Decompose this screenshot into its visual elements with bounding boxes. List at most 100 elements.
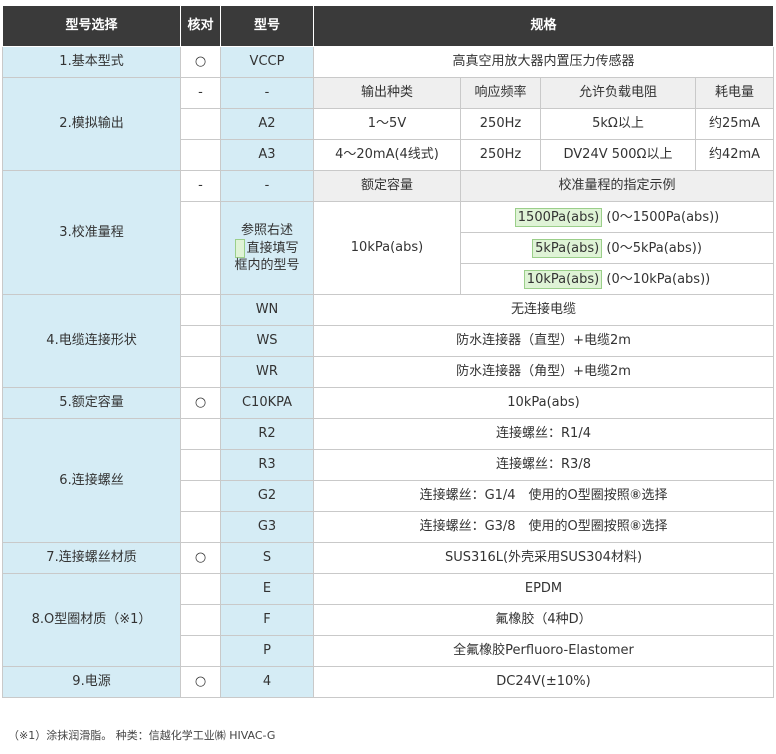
table-row: 8.O型圈材质（※1） E EPDM: [2, 573, 775, 667]
range-example: 1500Pa(abs) (0～1500Pa(abs)): [459, 201, 775, 233]
model-code: 4: [220, 666, 314, 698]
check-cell: [180, 449, 221, 481]
model-code: P: [220, 635, 314, 667]
spec-cell: 全氟橡胶Perfluoro-Elastomer: [312, 635, 775, 667]
range-example: 10kPa(abs) (0～10kPa(abs)): [459, 263, 775, 295]
model-code: E: [220, 573, 314, 605]
spec-cell: 250Hz: [460, 139, 541, 171]
table-row: 5.额定容量 ○ C10KPA 10kPa(abs): [2, 387, 775, 419]
check-cell: [180, 573, 221, 605]
model-code: G2: [220, 480, 314, 512]
check-cell: [180, 108, 221, 140]
reference-note: 参照右述 直接填写 框内的型号: [220, 201, 314, 295]
spec-cell: 约25mA: [694, 108, 775, 140]
model-code: S: [220, 542, 314, 574]
model-code: R3: [220, 449, 314, 481]
table-row: 9.电源 ○ 4 DC24V(±10%): [2, 666, 775, 698]
sub-header: 耗电量: [694, 77, 775, 109]
check-cell: [180, 604, 221, 636]
spec-cell: 连接螺丝：R3/8: [312, 449, 775, 481]
table-row: 2.模拟输出 - - 输出种类 响应频率 允许负载电阻 耗电量: [2, 77, 775, 171]
range-code-box: 1500Pa(abs): [514, 207, 603, 227]
spec-cell: EPDM: [312, 573, 775, 605]
spec-cell: 10kPa(abs): [312, 387, 775, 419]
spec-cell: 连接螺丝：R1/4: [312, 418, 775, 450]
check-cell: [180, 139, 221, 171]
range-desc: (0～10kPa(abs)): [606, 271, 711, 287]
check-cell: [180, 635, 221, 667]
header-check: 核对: [180, 5, 221, 47]
spec-cell: DV24V 500Ω以上: [540, 139, 696, 171]
check-dash: -: [180, 77, 221, 109]
spec-cell: 约42mA: [694, 139, 775, 171]
sub-header: 校准量程的指定示例: [459, 170, 775, 202]
sub-header: 输出种类: [313, 77, 461, 109]
check-cell: [180, 356, 221, 388]
capacity-value: 10kPa(abs): [313, 201, 461, 295]
spec-cell: 250Hz: [460, 108, 541, 140]
check-mark: ○: [180, 666, 221, 698]
check-cell: [180, 201, 221, 295]
range-example: 5kPa(abs) (0～5kPa(abs)): [459, 232, 775, 264]
model-code: WS: [220, 325, 314, 357]
spec-cell: 防水连接器（直型）+电缆2m: [312, 325, 775, 357]
spec-cell: 5kΩ以上: [540, 108, 696, 140]
model-code: A2: [220, 108, 314, 140]
model-selection-table: 型号选择 核对 型号 规格 1.基本型式 ○ VCCP 高真空用放大器内置压力传…: [2, 5, 775, 698]
model-code: WN: [220, 294, 314, 326]
spec-cell: 高真空用放大器内置压力传感器: [312, 46, 775, 78]
table-row: 6.连接螺丝 R2 连接螺丝：R1/4: [2, 418, 775, 543]
model-code-dash: -: [220, 170, 314, 202]
row-label: 1.基本型式: [2, 46, 181, 78]
header-model-selection: 型号选择: [2, 5, 181, 47]
model-code: WR: [220, 356, 314, 388]
range-desc: (0～1500Pa(abs)): [606, 209, 720, 225]
row-label: 4.电缆连接形状: [2, 294, 181, 388]
reference-line: 框内的型号: [234, 257, 300, 273]
header-spec: 规格: [312, 5, 775, 47]
spec-cell: SUS316L(外壳采用SUS304材料): [312, 542, 775, 574]
check-cell: [180, 294, 221, 326]
row-label: 2.模拟输出: [2, 77, 181, 171]
sub-header: 允许负载电阻: [540, 77, 696, 109]
model-code: R2: [220, 418, 314, 450]
table-row: 3.校准量程 - - 额定容量 校准量程的指定示例: [2, 170, 775, 295]
range-desc: (0～5kPa(abs)): [606, 240, 702, 256]
row-label: 7.连接螺丝材质: [2, 542, 181, 574]
spec-cell: DC24V(±10%): [312, 666, 775, 698]
row-label: 8.O型圈材质（※1）: [2, 573, 181, 667]
spec-cell: 氟橡胶（4种D）: [312, 604, 775, 636]
spec-cell: 4～20mA(4线式): [313, 139, 461, 171]
check-cell: [180, 418, 221, 450]
check-cell: [180, 511, 221, 543]
check-mark: ○: [180, 542, 221, 574]
table-row: 4.电缆连接形状 WN 无连接电缆: [2, 294, 775, 388]
spec-cell: 1～5V: [313, 108, 461, 140]
row-label: 3.校准量程: [2, 170, 181, 295]
table-header-row: 型号选择 核对 型号 规格: [2, 5, 775, 47]
spec-cell: 连接螺丝：G1/4 使用的O型圈按照⑧选择: [312, 480, 775, 512]
range-code-box: 10kPa(abs): [523, 269, 603, 289]
row-label: 5.额定容量: [2, 387, 181, 419]
table-row: 1.基本型式 ○ VCCP 高真空用放大器内置压力传感器: [2, 46, 775, 78]
footnote: （※1）涂抹润滑脂。 种类：信越化学工业㈱ HIVAC-G: [8, 729, 276, 742]
sub-header: 响应频率: [460, 77, 541, 109]
model-code: G3: [220, 511, 314, 543]
reference-line: 参照右述: [240, 222, 293, 238]
spec-cell: 无连接电缆: [312, 294, 775, 326]
model-code-dash: -: [220, 77, 314, 109]
check-mark: ○: [180, 46, 221, 78]
header-model: 型号: [220, 5, 314, 47]
model-code: F: [220, 604, 314, 636]
table-row: 7.连接螺丝材质 ○ S SUS316L(外壳采用SUS304材料): [2, 542, 775, 574]
row-label: 6.连接螺丝: [2, 418, 181, 543]
reference-line: 直接填写: [246, 240, 299, 256]
model-code: VCCP: [220, 46, 314, 78]
check-cell: [180, 325, 221, 357]
range-code-box: 5kPa(abs): [532, 238, 603, 258]
spec-cell: 防水连接器（角型）+电缆2m: [312, 356, 775, 388]
check-dash: -: [180, 170, 221, 202]
spec-cell: 连接螺丝：G3/8 使用的O型圈按照⑧选择: [312, 511, 775, 543]
model-code: A3: [220, 139, 314, 171]
model-code: C10KPA: [220, 387, 314, 419]
